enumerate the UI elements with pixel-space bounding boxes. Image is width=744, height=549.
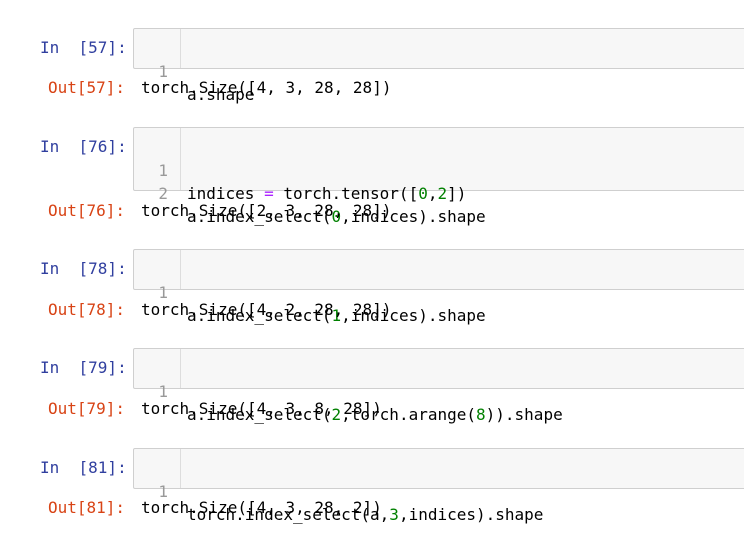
notebook-cell: In [78]: 1 a.index_select(1,indices).sha…	[0, 249, 744, 325]
out-prompt: Out[57]:	[48, 78, 126, 97]
code-line[interactable]: 1 indices = torch.tensor([0,2])	[134, 136, 744, 203]
notebook-cell: In [76]: 1 indices = torch.tensor([0,2])…	[0, 127, 744, 226]
code-editor[interactable]: 1 a.index_select(2,torch.arange(8)).shap…	[133, 348, 744, 424]
in-prompt: In [78]:	[40, 259, 127, 278]
code-editor[interactable]: 1 indices = torch.tensor([0,2]) 2 a.inde…	[133, 127, 744, 226]
code-editor[interactable]: 1 torch.index_select(a,3,indices).shape	[133, 448, 744, 524]
code-editor[interactable]: 1 a.shape	[133, 28, 744, 104]
input-area: In [78]: 1 a.index_select(1,indices).sha…	[0, 249, 744, 325]
in-prompt: In [79]:	[40, 358, 127, 377]
out-prompt: Out[79]:	[48, 399, 126, 418]
input-area: In [76]: 1 indices = torch.tensor([0,2])…	[0, 127, 744, 226]
code-line[interactable]: 1 torch.index_select(a,3,indices).shape	[134, 457, 744, 524]
input-area: In [57]: 1 a.shape	[0, 28, 744, 104]
cell-output: torch.Size([4, 3, 28, 28])	[141, 78, 392, 97]
in-prompt: In [57]:	[40, 38, 127, 57]
in-prompt: In [81]:	[40, 458, 127, 477]
input-area: In [79]: 1 a.index_select(2,torch.arange…	[0, 348, 744, 424]
in-prompt: In [76]:	[40, 137, 127, 156]
notebook-cell: In [81]: 1 torch.index_select(a,3,indice…	[0, 448, 744, 524]
code-line[interactable]: 1 a.index_select(2,torch.arange(8)).shap…	[134, 357, 744, 424]
out-prompt: Out[81]:	[48, 498, 126, 517]
notebook-cell: In [79]: 1 a.index_select(2,torch.arange…	[0, 348, 744, 424]
cell-output: torch.Size([4, 2, 28, 28])	[141, 300, 392, 319]
input-area: In [81]: 1 torch.index_select(a,3,indice…	[0, 448, 744, 524]
out-prompt: Out[78]:	[48, 300, 126, 319]
code-line[interactable]: 1 a.index_select(1,indices).shape	[134, 258, 744, 325]
out-prompt: Out[76]:	[48, 201, 126, 220]
cell-output: torch.Size([4, 3, 28, 2])	[141, 498, 382, 517]
notebook-cell: In [57]: 1 a.shape Out[57]: torch.Size([…	[0, 28, 744, 104]
code-editor[interactable]: 1 a.index_select(1,indices).shape	[133, 249, 744, 325]
code-line[interactable]: 2 a.index_select(0,indices).shape	[134, 159, 744, 226]
code-line[interactable]: 1 a.shape	[134, 37, 744, 104]
cell-output: torch.Size([2, 3, 28, 28])	[141, 201, 392, 220]
cell-output: torch.Size([4, 3, 8, 28])	[141, 399, 382, 418]
